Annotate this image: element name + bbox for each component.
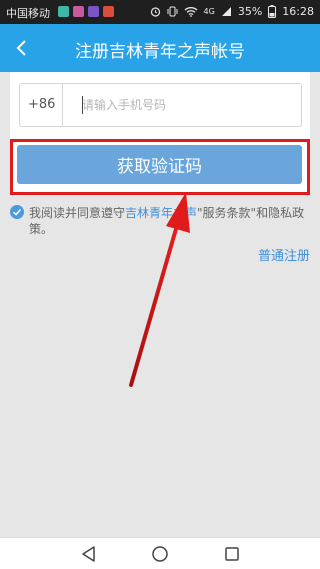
nav-recents-icon[interactable] [222,544,242,564]
annotation-arrow [129,192,190,387]
navigation-bar [0,537,320,569]
nav-home-icon[interactable] [150,544,170,564]
nav-back-icon[interactable] [79,544,99,564]
